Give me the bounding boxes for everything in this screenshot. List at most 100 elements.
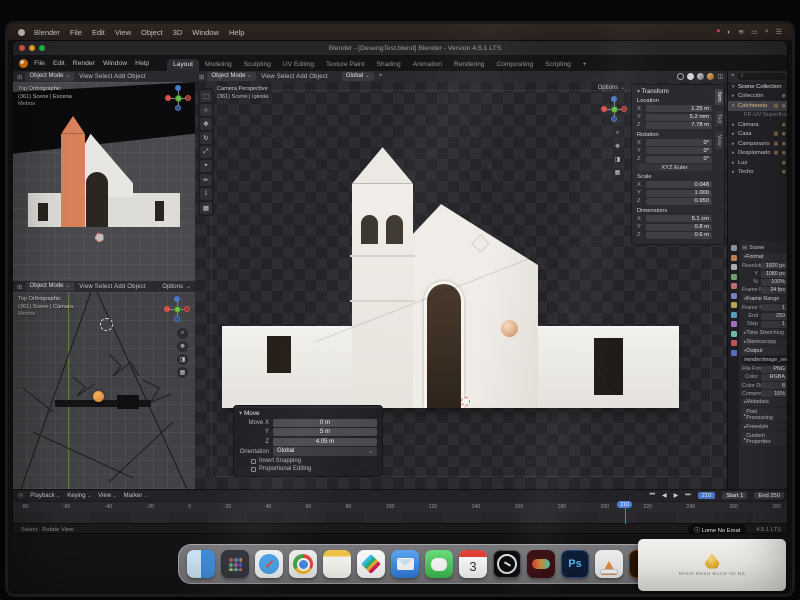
- properties-tab-icon[interactable]: [731, 283, 737, 289]
- right-wing-door[interactable]: [594, 338, 623, 395]
- properties-tab-icon[interactable]: [731, 340, 737, 346]
- dock-app-icon[interactable]: [255, 550, 283, 578]
- workspace-tab[interactable]: Sculpting: [238, 59, 277, 71]
- menubar-status-icon[interactable]: ☰: [776, 28, 782, 36]
- transport-button[interactable]: ⏮: [650, 492, 655, 499]
- properties-row[interactable]: Output: [742, 347, 787, 355]
- transform-row[interactable]: X 0.048: [637, 181, 712, 188]
- navigation-gizmo[interactable]: [601, 96, 627, 122]
- workspace-tab[interactable]: Layout: [167, 59, 199, 71]
- dock-app-icon[interactable]: [595, 550, 623, 578]
- tool-button[interactable]: ⊹: [200, 104, 212, 116]
- navigation-gizmo[interactable]: [165, 85, 191, 111]
- outliner-search-input[interactable]: ⌕: [737, 73, 786, 80]
- snap-magnet-icon[interactable]: ⌖: [379, 73, 382, 80]
- properties-tab-icon[interactable]: [731, 264, 737, 270]
- properties-tab-icon[interactable]: [731, 274, 737, 280]
- transform-row[interactable]: Z 0.950: [637, 198, 712, 205]
- wireframe-shading-icon[interactable]: [677, 73, 684, 80]
- options-dropdown[interactable]: Options: [162, 283, 191, 290]
- properties-row[interactable]: Color RGBA: [742, 374, 787, 381]
- menubar-item[interactable]: View: [115, 28, 131, 37]
- dock-app-icon[interactable]: [323, 550, 351, 578]
- outliner-row[interactable]: ▸ Desplomado ▦ ◉: [728, 149, 788, 159]
- transform-row[interactable]: Dimensions: [637, 208, 712, 214]
- workspace-tab[interactable]: +: [577, 59, 593, 71]
- menubar-item[interactable]: Object: [141, 28, 163, 37]
- outliner-row[interactable]: ▾ Scene Collection: [728, 82, 788, 92]
- topbar-menu[interactable]: File: [34, 60, 45, 67]
- transform-row[interactable]: Z 0°: [637, 156, 712, 163]
- bell-tower[interactable]: [352, 184, 413, 408]
- outliner-row[interactable]: ▸ Campanario ▦ ◉: [728, 139, 788, 149]
- n-panel-tab[interactable]: View: [715, 132, 723, 149]
- topbar-menu[interactable]: Help: [135, 60, 149, 67]
- nav-button[interactable]: ✥: [177, 341, 188, 352]
- dock-app-icon[interactable]: 3: [459, 550, 487, 578]
- properties-row[interactable]: Metadata: [742, 398, 787, 406]
- orientation-dropdown[interactable]: Global: [342, 72, 374, 81]
- properties-tab-icon[interactable]: [731, 321, 737, 327]
- transform-row[interactable]: Y 0°: [637, 147, 712, 154]
- zoom-window-button[interactable]: [39, 45, 45, 51]
- transform-row[interactable]: X 1.25 m: [637, 105, 712, 112]
- timeline-menu[interactable]: Keying: [67, 493, 91, 499]
- timeline-ruler[interactable]: -80-60-40-200204060801001201401601802002…: [13, 501, 788, 512]
- sphere-object[interactable]: [501, 320, 518, 337]
- nav-button[interactable]: ⌕: [612, 128, 623, 139]
- dock-app-icon[interactable]: [221, 550, 249, 578]
- dock-app-icon[interactable]: [187, 550, 215, 578]
- transport-button[interactable]: ▶: [674, 492, 679, 499]
- properties-tab-icon[interactable]: [731, 302, 737, 308]
- portal-arch[interactable]: [424, 281, 464, 407]
- options-dropdown[interactable]: Options: [598, 84, 625, 91]
- properties-row[interactable]: Stereoscopy: [742, 338, 787, 346]
- outliner-row[interactable]: FP-UV Superficie: [728, 111, 788, 121]
- transform-row[interactable]: Y 1.000: [637, 190, 712, 197]
- properties-row[interactable]: Post Processing: [742, 408, 787, 422]
- properties-row[interactable]: % 100%: [742, 279, 787, 286]
- transform-panel-title[interactable]: Transform: [637, 88, 712, 95]
- empty-object[interactable]: [100, 318, 113, 331]
- timeline-menu[interactable]: Marker: [124, 493, 148, 499]
- properties-row[interactable]: Custom Properties: [742, 432, 787, 446]
- workspace-tab[interactable]: Rendering: [448, 59, 490, 71]
- properties-row[interactable]: Color Depth 8: [742, 382, 787, 389]
- tool-button[interactable]: ✥: [200, 118, 212, 130]
- outliner-row[interactable]: ▾ Colchoneta ▦ ◉: [728, 101, 788, 111]
- properties-row[interactable]: Frame Start 1: [742, 304, 787, 311]
- workspace-tab[interactable]: Scripting: [539, 59, 577, 71]
- mode-dropdown[interactable]: Object Mode: [25, 282, 74, 291]
- transform-row[interactable]: Z 7.78 m: [637, 122, 712, 129]
- menubar-status-icon[interactable]: ⌕: [765, 28, 769, 36]
- n-panel-tab[interactable]: Tool: [715, 111, 723, 126]
- transform-row[interactable]: Y 5.2 mm: [637, 114, 712, 121]
- editor-type-icon[interactable]: ⊞: [17, 73, 22, 81]
- dock-app-icon[interactable]: Ps: [561, 550, 589, 578]
- filter-icon[interactable]: ⌖: [731, 73, 734, 80]
- menubar-item[interactable]: 3D: [173, 28, 183, 37]
- properties-tab-icon[interactable]: [731, 350, 737, 356]
- checkbox[interactable]: [251, 459, 256, 464]
- n-panel-tab[interactable]: Item: [715, 89, 723, 105]
- current-frame-field[interactable]: 210: [698, 492, 716, 499]
- properties-row[interactable]: Compression 15%: [742, 390, 787, 397]
- mini-bell-tower[interactable]: [61, 134, 85, 228]
- transform-row[interactable]: Z 0.6 m: [637, 232, 712, 239]
- workspace-tab[interactable]: Animation: [407, 59, 448, 71]
- dock-app-icon[interactable]: [493, 550, 521, 578]
- properties-row[interactable]: File Format PNG: [742, 366, 787, 373]
- menubar-item[interactable]: Edit: [92, 28, 105, 37]
- tool-button[interactable]: ⟟: [200, 188, 212, 200]
- tool-button[interactable]: ✏: [200, 174, 212, 186]
- properties-row[interactable]: Step 1: [742, 321, 787, 328]
- timeline-menu[interactable]: Playback: [30, 493, 60, 499]
- apple-menu-icon[interactable]: [18, 29, 25, 36]
- topbar-menu[interactable]: Edit: [53, 60, 65, 67]
- transport-button[interactable]: ◀: [662, 492, 667, 499]
- minimize-window-button[interactable]: [29, 45, 35, 51]
- viewport-tl-canvas[interactable]: Top Orthographic (361) Scene | Escena Me…: [13, 82, 195, 281]
- workspace-tab[interactable]: Compositing: [490, 59, 539, 71]
- menubar-status-icon[interactable]: ▭: [751, 28, 758, 36]
- nav-button[interactable]: ✥: [612, 141, 623, 152]
